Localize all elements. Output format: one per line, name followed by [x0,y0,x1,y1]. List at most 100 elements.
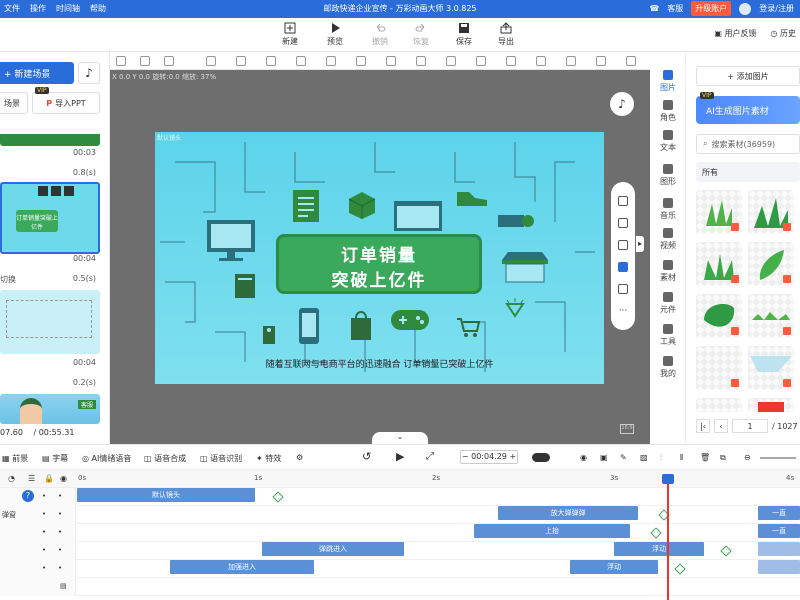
effects-button[interactable]: ✦ 特效 [256,453,281,464]
track-3[interactable]: • • 上抬 一直 [0,524,800,542]
screenshot-icon[interactable] [618,196,628,206]
layer-up-icon[interactable] [536,56,546,66]
keyframe-marker[interactable] [650,527,662,539]
cart-icon[interactable] [455,316,481,338]
copy-tl-icon[interactable]: ⧉ [720,453,726,463]
expand-panel-icon[interactable]: ▸ [636,236,644,252]
clip-r2[interactable]: 一直 [758,524,800,538]
gamepad-icon[interactable] [389,306,431,334]
delete-tl-icon[interactable]: 🗑 [700,453,710,462]
asset-plant-1[interactable] [696,190,742,234]
more-icon[interactable]: ··· [618,307,628,318]
tag-icon[interactable] [497,212,535,230]
fit-icon[interactable] [116,56,126,66]
keyframe-marker[interactable] [272,491,284,503]
clip-float-2[interactable]: 浮动 [570,560,658,574]
dot-icon[interactable]: • [58,510,62,518]
align-middle-icon[interactable] [326,56,336,66]
document-icon[interactable] [291,188,323,224]
track-5[interactable]: • • 加强进入 浮动 [0,560,800,578]
asset-partial-1[interactable] [696,398,742,412]
zoom-out-icon[interactable] [164,56,174,66]
record-icon[interactable]: ◉ [580,453,587,462]
tts-button[interactable]: ◫ 语音合成 [144,453,186,464]
dot-icon[interactable]: • [42,564,46,572]
align-bottom-icon[interactable] [356,56,366,66]
align-top-icon[interactable] [296,56,306,66]
save-button[interactable]: 保存 [444,22,484,47]
browser-icon[interactable] [393,200,443,232]
import-ppt-button[interactable]: VIP P 导入PPT [32,87,100,114]
rail-item-characters[interactable]: 角色 [650,100,686,123]
asset-plant-3[interactable] [696,242,742,286]
zoom-out-tl-icon[interactable]: ⊖ [744,453,751,462]
dot-icon[interactable]: • [42,510,46,518]
subtitle-text[interactable]: 随着互联网与电商平台的迅速融合 订单销量已突破上亿件 [155,357,604,370]
shoe-icon[interactable] [455,188,489,208]
delete-scene-icon[interactable] [51,186,61,196]
dot-icon[interactable]: • [42,528,46,536]
list-icon[interactable]: ☰ [28,474,35,483]
track-4[interactable]: • • 弹跳进入 浮动 [0,542,800,560]
rail-item-shapes[interactable]: 图形 [650,164,686,187]
new-scene-button[interactable]: + 新建场景 [0,62,74,84]
rail-item-video[interactable]: 视频 [650,228,686,251]
clip-addin[interactable]: 加强进入 [170,560,314,574]
scene-button[interactable]: 场景 [0,92,28,114]
background-music-icon[interactable]: ♪ [610,92,634,116]
package-icon[interactable] [347,190,377,220]
dot-icon[interactable]: • [58,546,62,554]
scene-thumbnail-3[interactable] [0,290,100,354]
headline-box[interactable]: 订单销量 突破上亿件 [276,234,482,294]
copy-icon[interactable] [596,56,606,66]
asset-plant-2[interactable] [748,190,794,234]
preview-button[interactable]: 预览 [315,22,355,47]
track-2[interactable]: 弹窗 • • 放大弹弹弹 一直 [0,506,800,524]
page-input[interactable]: 1 [732,419,768,433]
music-note-icon[interactable]: ♪ [78,62,100,84]
zoom-slider[interactable] [760,457,796,459]
asset-filter-select[interactable]: 所有 [696,162,800,182]
playhead-handle[interactable] [662,474,674,484]
shopping-bag-icon[interactable] [347,308,375,342]
ai-voice-button[interactable]: ◎ AI情绪语音 [82,453,131,464]
ungroup-icon[interactable] [476,56,486,66]
dot-icon[interactable]: • [42,546,46,554]
mobile-icon[interactable] [618,284,628,294]
play-button-icon[interactable]: ▶ [396,450,404,463]
new-button[interactable]: 新建 [270,22,310,47]
clip-shake[interactable]: 放大弹弹弹 [498,506,638,520]
service-icon[interactable]: ☎ [649,4,659,13]
rail-item-music[interactable]: 音乐 [650,198,686,221]
upgrade-button[interactable]: 升级账户 [691,1,732,16]
avatar[interactable] [739,2,752,15]
time-decrement-icon[interactable]: − [462,452,469,461]
scene-thumbnail-1[interactable] [0,126,100,146]
camera-icon[interactable] [618,218,628,228]
more-scene-icon[interactable] [64,186,74,196]
ai-image-button[interactable]: VIP AI生成图片素材 [696,92,800,124]
split-icon[interactable]: ⫴ [680,453,683,463]
keyframe-marker[interactable] [720,545,732,557]
rail-item-materials[interactable]: 素材 [650,260,686,283]
asset-blank[interactable] [696,346,742,390]
collapse-timeline-icon[interactable]: ⌄ [372,432,428,444]
subtitle-button[interactable]: ▤ 字幕 [42,453,68,464]
monitor-icon[interactable] [205,218,261,262]
history-link[interactable]: ◷ 历史 [770,28,796,39]
clip-tail[interactable] [758,542,800,556]
lock-tl-icon[interactable]: 🔒 [44,474,54,483]
align-right-icon[interactable] [266,56,276,66]
login-link[interactable]: 登录/注册 [759,3,794,14]
current-time[interactable]: 00:04.29 [471,452,507,461]
unlock-icon[interactable] [618,240,628,250]
layer-down-icon[interactable] [566,56,576,66]
track-6[interactable]: ▤ [0,578,800,596]
clip-float-1[interactable]: 浮动 [614,542,704,556]
dot-icon[interactable]: • [58,528,62,536]
clip-popin[interactable]: 弹跳进入 [262,542,404,556]
storefront-icon[interactable] [500,250,550,284]
add-track-icon[interactable]: ▤ [60,582,67,590]
clip-r1[interactable]: 一直 [758,506,800,520]
rewind-icon[interactable]: ↺ [362,450,371,463]
